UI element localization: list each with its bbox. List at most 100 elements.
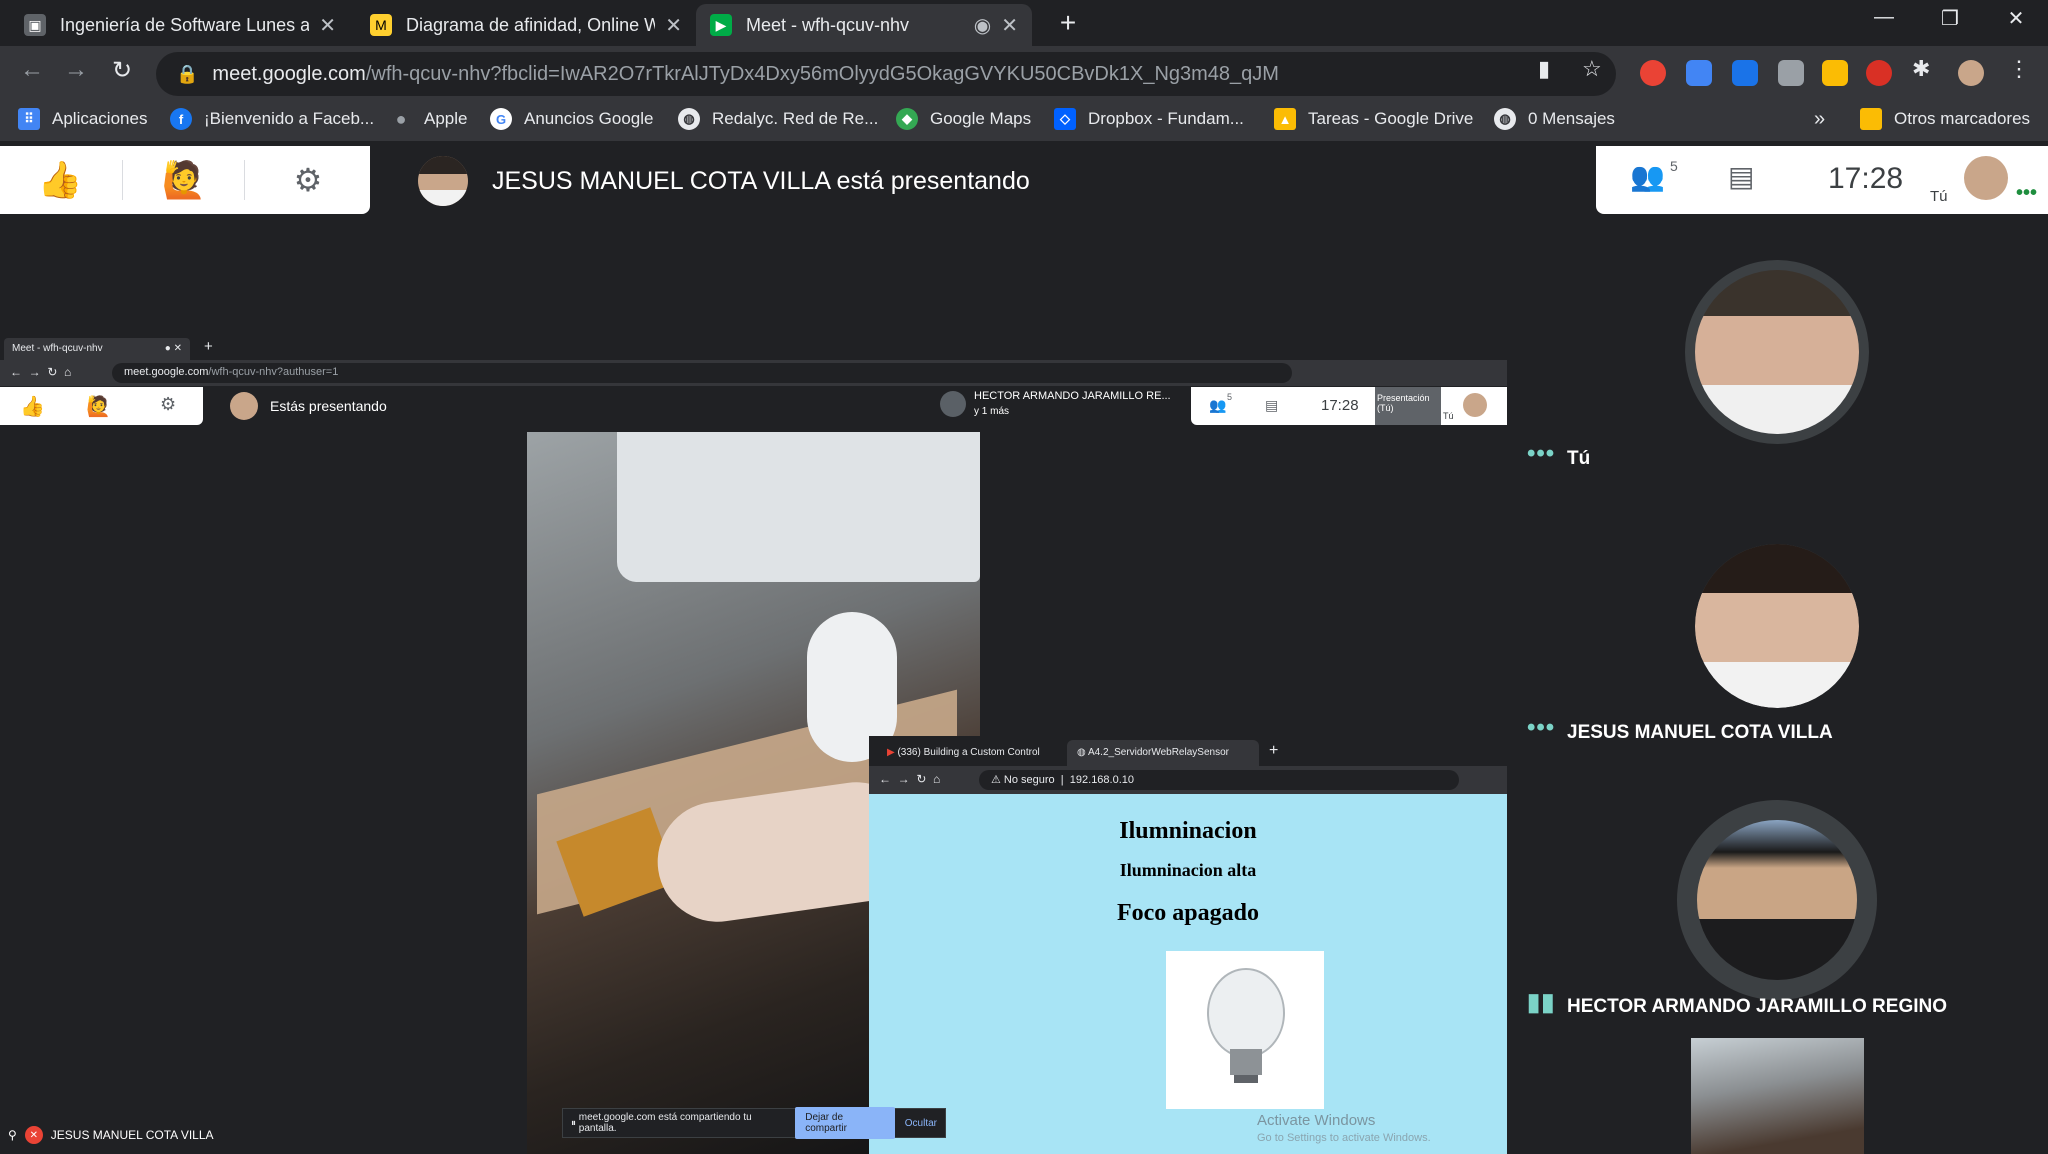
meet-icon: ▶ [710, 14, 732, 36]
people-icon[interactable]: 👥 [1630, 160, 1665, 193]
profile-avatar[interactable] [1958, 60, 1984, 86]
speaker-avatar [940, 391, 966, 417]
self-avatar [1463, 393, 1487, 417]
extension-icon-1[interactable] [1640, 60, 1666, 86]
extension-icon-4[interactable] [1778, 60, 1804, 86]
bookmark-mensajes[interactable]: ◍ 0 Mensajes [1494, 108, 1615, 130]
restore-button[interactable]: ❐ [1920, 6, 1980, 31]
bookmark-apple[interactable]: ● Apple [390, 108, 468, 130]
participant-tile-self[interactable] [1685, 260, 1869, 444]
forward-button[interactable]: → [58, 56, 94, 84]
tab-diagrama[interactable]: M Diagrama de afinidad, Online Wh ✕ [356, 4, 696, 46]
participant-count: 5 [1670, 158, 1678, 174]
new-tab-icon: + [1269, 742, 1279, 759]
bookmark-star-icon[interactable]: ☆ [1582, 56, 1602, 82]
bookmark-apps[interactable]: ⠿ Aplicaciones [18, 108, 147, 130]
pin-icon: ⚲ [8, 1128, 17, 1142]
shared-address-bar: meet.google.com/wfh-qcuv-nhv?authuser=1 [112, 363, 1292, 383]
settings-gear-icon: ⚙ [160, 394, 177, 414]
extension-icon-3[interactable] [1732, 60, 1758, 86]
presentation-thumbnail[interactable] [1691, 1038, 1864, 1154]
chat-icon[interactable]: ▤ [1728, 160, 1754, 193]
speaking-indicator-icon: ▮▮ [1527, 989, 1556, 1016]
self-avatar[interactable] [1964, 156, 2008, 200]
participant-name: JESUS MANUEL COTA VILLA [1567, 722, 1833, 743]
sharing-notice-text: meet.google.com está compartiendo tu pan… [578, 1112, 752, 1134]
presenter-name-tag: ⚲ ✕ JESUS MANUEL COTA VILLA [8, 1126, 214, 1144]
activate-windows-sub: Go to Settings to activate Windows. [1257, 1132, 1431, 1144]
globe-icon: ◍ [678, 108, 700, 130]
raise-hand-icon[interactable]: 🙋 [160, 156, 208, 204]
close-tab-icon[interactable]: ✕ [665, 13, 682, 38]
inner-address-bar: ⚠ No seguro | 192.168.0.10 [979, 770, 1459, 790]
shared-reaction-controls: 👍 🙋 ⚙ [0, 387, 203, 425]
bookmarks-overflow-button[interactable]: » [1814, 108, 1825, 131]
new-tab-button[interactable]: + [1052, 8, 1084, 40]
more-options-icon[interactable]: ••• [1527, 440, 1555, 468]
reload-button[interactable]: ↻ [104, 56, 140, 85]
shared-tab-meet: Meet - wfh-qcuv-nhv ● ✕ [4, 338, 190, 360]
bookmark-drive[interactable]: ▲ Tareas - Google Drive [1274, 108, 1473, 130]
bookmark-dropbox[interactable]: ◇ Dropbox - Fundam... [1054, 108, 1244, 130]
more-options-icon[interactable]: ••• [1527, 714, 1555, 742]
participant-name: Tú [1567, 448, 1591, 469]
presenter-name: JESUS MANUEL COTA VILLA [50, 1128, 214, 1142]
heading-iluminacion: Ilumninacion [1119, 818, 1257, 844]
nav-icons: ← → ↻ ⌂ [879, 772, 941, 786]
sharing-notice-bar: ⏸ meet.google.com está compartiendo tu p… [562, 1107, 946, 1139]
shirt-shape [418, 190, 468, 206]
presentation-label: Presentación (Tú) [1377, 393, 1430, 413]
bookmark-maps[interactable]: ◆ Google Maps [896, 108, 1031, 130]
extension-icon-2[interactable] [1686, 60, 1712, 86]
thumbs-up-icon[interactable]: 👍 [36, 156, 84, 204]
settings-gear-icon[interactable]: ⚙ [284, 156, 332, 204]
avatar-photo [1695, 544, 1859, 708]
inner-tab-youtube: ▶ (336) Building a Custom Control [877, 740, 1067, 766]
browser-tabstrip: ▣ Ingeniería de Software Lunes a Vi ✕ M … [0, 0, 2048, 46]
puzzle-icon[interactable]: ✱ [1912, 56, 1930, 82]
tab-title: Ingeniería de Software Lunes a Vi [60, 14, 310, 35]
apps-grid-icon: ⠿ [18, 108, 40, 130]
presenter-avatar [230, 392, 258, 420]
hair-shape [418, 156, 468, 174]
participant-count: 5 [1227, 392, 1233, 402]
apple-icon: ● [395, 108, 407, 129]
folder-icon [1860, 108, 1882, 130]
facebook-icon: f [170, 108, 192, 130]
participant-tile-hector[interactable] [1677, 800, 1877, 1000]
bookmarks-bar: ⠿ Aplicaciones f ¡Bienvenido a Faceb... ● A… [0, 102, 2048, 142]
other-bookmarks[interactable]: Otros marcadores [1860, 108, 2030, 130]
tab-ingenieria[interactable]: ▣ Ingeniería de Software Lunes a Vi ✕ [10, 4, 350, 46]
light-bulb-icon [1207, 968, 1285, 1083]
tab-meet[interactable]: ▶ Meet - wfh-qcuv-nhv ◉ ✕ [696, 4, 1032, 46]
back-button[interactable]: ← [14, 56, 50, 84]
screen: ▣ Ingeniería de Software Lunes a Vi ✕ M … [0, 0, 2048, 1154]
bookmark-label: Google Maps [930, 109, 1032, 128]
participant-tile-jesus[interactable] [1695, 544, 1859, 708]
extension-icon-6[interactable] [1866, 60, 1892, 86]
speaker-sub: y 1 más [974, 406, 1010, 417]
camera-icon[interactable]: ▮ [1538, 56, 1550, 82]
shared-clock: 17:28 [1321, 397, 1359, 414]
bookmark-anuncios[interactable]: G Anuncios Google [490, 108, 653, 130]
close-window-button[interactable]: ✕ [1986, 6, 2046, 31]
people-icon: 👥 [1209, 397, 1227, 413]
thumbs-up-icon: 👍 [20, 396, 45, 418]
meet-area: 👍 🙋 ⚙ JESUS MANUEL COTA VILLA está prese… [0, 142, 2048, 1154]
bookmark-facebook[interactable]: f ¡Bienvenido a Faceb... [170, 108, 374, 130]
thumbs-up-extension-icon[interactable] [1822, 60, 1848, 86]
minimize-button[interactable]: — [1854, 6, 1914, 29]
close-tab-icon[interactable]: ✕ [1001, 13, 1018, 38]
address-bar[interactable]: 🔒 meet.google.com /wfh-qcuv-nhv?fbclid=I… [156, 52, 1616, 96]
close-tab-icon[interactable]: ✕ [319, 13, 336, 38]
warning-icon: ⚠ [991, 774, 1004, 786]
menu-kebab-icon[interactable]: ⋮ [2008, 56, 2030, 82]
chat-icon: ▤ [1265, 397, 1279, 413]
bookmark-redalyc[interactable]: ◍ Redalyc. Red de Re... [678, 108, 878, 130]
bookmark-label: Apple [424, 109, 468, 128]
presenter-banner: JESUS MANUEL COTA VILLA está presentando [418, 156, 1030, 206]
more-options-icon[interactable]: ••• [2016, 182, 2037, 205]
pause-icon: ⏸ [571, 1117, 579, 1129]
youtube-icon: ▶ [887, 747, 898, 758]
globe-icon: ◍ [1494, 108, 1516, 130]
